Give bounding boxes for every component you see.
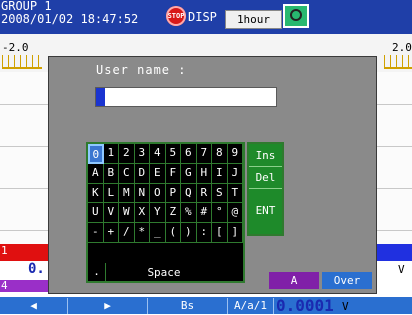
keyboard-key[interactable]: N [134,183,150,204]
keyboard-key[interactable]: * [134,223,150,243]
keyboard-key[interactable]: ( [165,223,181,243]
keyboard-key[interactable]: G [181,163,197,184]
keyboard-key[interactable]: 9 [227,144,243,164]
keyboard-key[interactable]: I [212,163,228,184]
channel-1-label: 1 [1,244,8,257]
keyboard-key[interactable]: V [103,203,119,224]
keyboard-key[interactable]: @ [227,203,243,224]
cursor-right-button[interactable]: ▶ [68,298,148,314]
channel-value-unit: V [342,300,349,313]
keyboard-key[interactable]: 0 [88,144,104,164]
text-cursor [96,88,105,106]
keyboard-key[interactable]: Q [181,183,197,204]
scale-right-value: 2.0 [392,41,412,54]
char-type-button[interactable]: A/a/1 [228,298,274,314]
datetime-display: 2008/01/02 18:47:52 [1,12,139,26]
delete-key[interactable]: Del [249,167,282,189]
keyboard-key[interactable]: # [196,203,212,224]
keyboard-key[interactable]: H [196,163,212,184]
keyboard-key[interactable]: A [88,163,104,184]
keyboard-key[interactable]: K [88,183,104,204]
keyboard-key[interactable]: W [119,203,135,224]
channel-unit: V [398,263,405,276]
space-key[interactable]: Space [106,263,222,282]
keyboard-key[interactable]: T [227,183,243,204]
media-icon [283,4,309,28]
keyboard-key[interactable]: E [150,163,166,184]
keyboard-key[interactable]: R [196,183,212,204]
keyboard-key[interactable]: 2 [119,144,135,164]
disp-label: DISP [188,10,217,24]
keyboard-key[interactable]: / [119,223,135,243]
scale-ticks-right [384,55,412,69]
scale-left-value: -2.0 [2,41,29,54]
dialog-title: User name : [96,63,187,77]
keyboard-key[interactable]: M [119,183,135,204]
keyboard-key[interactable]: O [150,183,166,204]
stop-icon: STOP [166,6,186,26]
scale-ticks-left [2,55,42,69]
channel-1-value: 0. [28,261,45,277]
keyboard-key[interactable]: ] [227,223,243,243]
keyboard-key[interactable]: B [103,163,119,184]
keyboard-key[interactable]: ° [212,203,228,224]
keyboard-key[interactable]: 7 [196,144,212,164]
keyboard-key[interactable]: ) [181,223,197,243]
keyboard-key[interactable]: Z [165,203,181,224]
input-mode-indicator: A [269,272,319,289]
keyboard-key[interactable]: F [165,163,181,184]
keyboard-key[interactable]: 1 [103,144,119,164]
keyboard-key[interactable]: % [181,203,197,224]
keyboard-key[interactable]: L [103,183,119,204]
backspace-button[interactable]: Bs [148,298,228,314]
keyboard-key[interactable]: 6 [181,144,197,164]
keyboard-key[interactable]: C [119,163,135,184]
timebase-indicator: 1hour [225,10,282,29]
channel-value-readout: 0.0001 [276,296,334,315]
keyboard-key[interactable]: U [88,203,104,224]
enter-key[interactable]: ENT [249,189,282,233]
keyboard-key[interactable]: X [134,203,150,224]
keyboard-key[interactable]: [ [212,223,228,243]
keyboard-key[interactable]: 4 [150,144,166,164]
keyboard-key[interactable]: 3 [134,144,150,164]
keyboard-key[interactable]: P [165,183,181,204]
cursor-left-button[interactable]: ◀ [0,298,68,314]
channel-4-label: 4 [1,279,8,292]
group-label: GROUP 1 [1,0,52,13]
overwrite-mode-indicator: Over [322,272,372,289]
keyboard-key[interactable]: 5 [165,144,181,164]
keyboard-key[interactable]: : [196,223,212,243]
channel-color-bar-blue [372,244,412,261]
keyboard-key[interactable]: Y [150,203,166,224]
keyboard-key[interactable]: S [212,183,228,204]
keyboard-key[interactable]: J [227,163,243,184]
keyboard-key[interactable]: _ [150,223,166,243]
user-name-input[interactable] [95,87,277,107]
keyboard-key[interactable]: + [103,223,119,243]
insert-key[interactable]: Ins [249,145,282,167]
keyboard-key[interactable]: 8 [212,144,228,164]
key-dot[interactable]: . [88,263,106,282]
keyboard-key[interactable]: - [88,223,104,243]
keyboard-key[interactable]: D [134,163,150,184]
